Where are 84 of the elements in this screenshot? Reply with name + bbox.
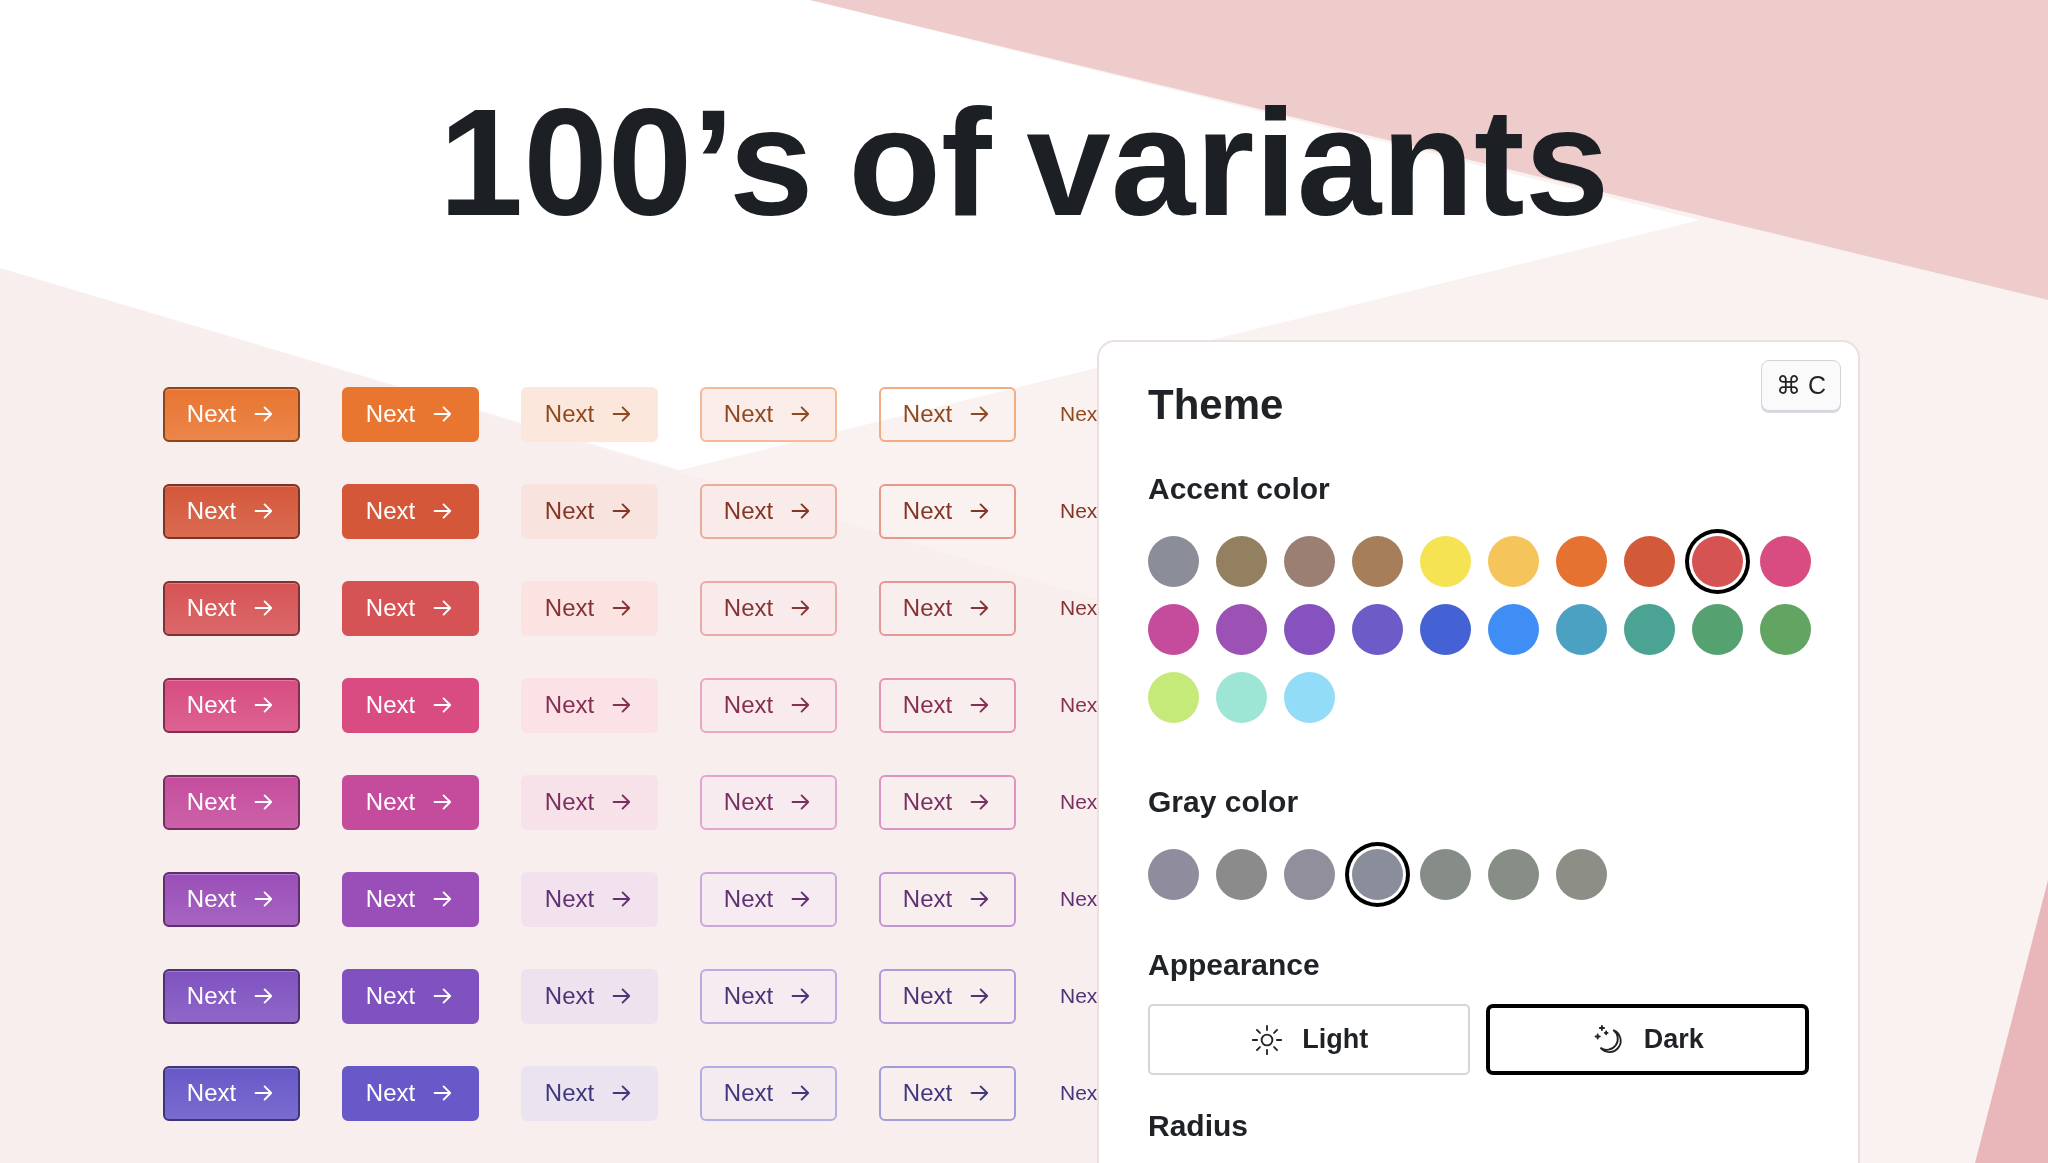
color-swatch[interactable]	[1284, 672, 1335, 723]
color-swatch[interactable]	[1284, 536, 1335, 587]
next-button[interactable]: Next	[521, 774, 658, 830]
color-swatch[interactable]	[1148, 536, 1199, 587]
next-button[interactable]: Next	[700, 968, 837, 1024]
shortcut-badge: ⌘ C	[1761, 360, 1841, 411]
color-swatch[interactable]	[1420, 536, 1471, 587]
next-button[interactable]: Nex	[1058, 386, 1098, 442]
color-swatch[interactable]	[1556, 849, 1607, 900]
next-button[interactable]: Next	[700, 386, 837, 442]
color-swatch[interactable]	[1216, 849, 1267, 900]
section-label: Accent color	[1148, 474, 1331, 504]
next-button[interactable]: Nex	[1058, 871, 1098, 927]
next-button[interactable]: Next	[879, 580, 1016, 636]
color-swatch[interactable]	[1284, 849, 1335, 900]
color-swatch[interactable]	[1284, 604, 1335, 655]
next-button[interactable]: Nex	[1058, 483, 1098, 539]
next-button[interactable]: Next	[342, 1065, 479, 1121]
next-button[interactable]: Next	[521, 1065, 658, 1121]
next-button[interactable]: Next	[163, 580, 300, 636]
next-button[interactable]: Nex	[1058, 677, 1098, 733]
color-swatch[interactable]	[1488, 849, 1539, 900]
color-swatch[interactable]	[1556, 536, 1607, 587]
next-button[interactable]: Next	[521, 871, 658, 927]
sun-icon	[1250, 1022, 1285, 1057]
next-button[interactable]: Next	[163, 677, 300, 733]
color-swatch[interactable]	[1420, 604, 1471, 655]
next-button[interactable]: Nex	[1058, 968, 1098, 1024]
next-button[interactable]: Next	[521, 386, 658, 442]
next-button[interactable]: Next	[342, 968, 479, 1024]
next-button[interactable]: Next	[521, 677, 658, 733]
next-button[interactable]: Next	[163, 483, 300, 539]
section-label: Appearance	[1148, 950, 1321, 980]
color-swatch[interactable]	[1148, 604, 1199, 655]
color-swatch[interactable]	[1216, 672, 1267, 723]
next-button[interactable]: Next	[879, 386, 1016, 442]
next-button[interactable]: Next	[700, 580, 837, 636]
next-button[interactable]: Next	[879, 483, 1016, 539]
color-swatch[interactable]	[1760, 536, 1811, 587]
next-button[interactable]: Next	[521, 483, 658, 539]
color-swatch[interactable]	[1216, 536, 1267, 587]
color-swatch[interactable]	[1352, 536, 1403, 587]
next-button[interactable]: Next	[521, 580, 658, 636]
next-button[interactable]: Next	[879, 677, 1016, 733]
next-button[interactable]: Next	[521, 968, 658, 1024]
next-button[interactable]: Next	[700, 1065, 837, 1121]
color-swatch[interactable]	[1488, 536, 1539, 587]
next-button[interactable]: Nex	[1058, 1065, 1098, 1121]
color-swatch[interactable]	[1624, 604, 1675, 655]
next-button[interactable]: Next	[342, 580, 479, 636]
color-swatch[interactable]	[1352, 604, 1403, 655]
next-button[interactable]: Next	[342, 774, 479, 830]
color-swatch[interactable]	[1556, 604, 1607, 655]
next-button[interactable]: Next	[700, 483, 837, 539]
next-button[interactable]: Next	[342, 871, 479, 927]
section-label: Gray color	[1148, 787, 1300, 817]
next-button[interactable]: Next	[700, 677, 837, 733]
next-button[interactable]: Next	[879, 1065, 1016, 1121]
next-button[interactable]: Next	[163, 871, 300, 927]
next-button[interactable]: Next	[879, 968, 1016, 1024]
next-button[interactable]: Next	[879, 871, 1016, 927]
next-button[interactable]: Next	[163, 1065, 300, 1121]
next-button[interactable]: Next	[700, 774, 837, 830]
next-button[interactable]: Next	[342, 677, 479, 733]
next-button[interactable]: Next	[163, 774, 300, 830]
color-swatch[interactable]	[1148, 672, 1199, 723]
appearance-option[interactable]: Dark	[1486, 1004, 1809, 1075]
next-button[interactable]: Next	[700, 871, 837, 927]
appearance-option[interactable]: Light	[1148, 1004, 1471, 1075]
page-heading: 100’s of variants	[437, 76, 1611, 249]
next-button[interactable]: Nex	[1058, 774, 1098, 830]
color-swatch[interactable]	[1488, 604, 1539, 655]
section-label: Radius	[1148, 1111, 1250, 1141]
color-swatch[interactable]	[1216, 604, 1267, 655]
next-button[interactable]: Next	[879, 774, 1016, 830]
color-swatch[interactable]	[1420, 849, 1471, 900]
color-swatch[interactable]	[1148, 849, 1199, 900]
color-swatch[interactable]	[1624, 536, 1675, 587]
next-button[interactable]: Nex	[1058, 580, 1098, 636]
next-button[interactable]: Next	[163, 968, 300, 1024]
panel-title: Theme	[1148, 384, 1284, 426]
color-swatch[interactable]	[1760, 604, 1811, 655]
color-swatch[interactable]	[1692, 604, 1743, 655]
next-button[interactable]: Next	[342, 483, 479, 539]
